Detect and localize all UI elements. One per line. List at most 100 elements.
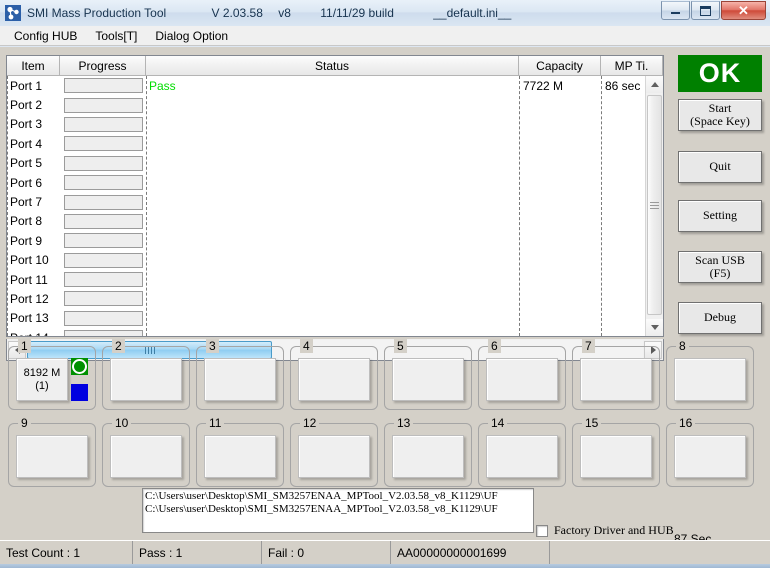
status-cell [146,134,519,153]
table-row-item[interactable]: Port 13 [7,309,60,328]
port-tile-grid: 1 8192 M (1) 2 3 4 5 6 7 8 9 10 11 12 13 14 15 16 [8,336,762,487]
port-tile-panel[interactable] [674,435,746,478]
port-tile-panel[interactable] [110,435,182,478]
column-header-progress[interactable]: Progress [60,56,146,76]
table-row-item[interactable]: Port 12 [7,289,60,308]
progress-cell [60,251,146,270]
scroll-up-button[interactable] [646,76,663,93]
column-item-cells: Port 1 Port 2 Port 3 Port 4 Port 5 Port 6 Port… [7,76,60,336]
column-header-status[interactable]: Status [146,56,519,76]
port-tile[interactable]: 7 [572,339,660,410]
port-tile[interactable]: 8 [666,339,754,410]
table-row-item[interactable]: Port 8 [7,212,60,231]
port-tile-inner [298,435,370,478]
scroll-down-button[interactable] [646,319,663,336]
progress-cell [60,76,146,95]
factory-driver-checkbox[interactable] [536,524,548,537]
table-row-item[interactable]: Port 1 [7,76,60,95]
port-tile-panel[interactable] [392,435,464,478]
port-tile[interactable]: 4 [290,339,378,410]
port-tile[interactable]: 12 [290,416,378,487]
port-tile-inner [580,358,652,401]
table-row-item[interactable]: Port 4 [7,134,60,153]
table-row-item[interactable]: Port 14 [7,328,60,336]
port-tile[interactable]: 10 [102,416,190,487]
port-tile-panel[interactable] [580,435,652,478]
table-row-item[interactable]: Port 3 [7,115,60,134]
port-tile-number: 1 [18,339,31,353]
table-row-item[interactable]: Port 7 [7,192,60,211]
maximize-button[interactable] [691,1,720,20]
port-tile-panel[interactable]: 8192 M (1) [16,358,68,401]
port-tile-number: 5 [394,339,407,353]
column-header-mptime[interactable]: MP Ti. [601,56,663,76]
port-tile-panel[interactable] [204,358,276,401]
menu-item-config-hub[interactable]: Config HUB [6,28,85,44]
column-header-item[interactable]: Item [7,56,60,76]
port-tile[interactable]: 15 [572,416,660,487]
port-tile-panel[interactable] [392,358,464,401]
status-cell [146,212,519,231]
table-row-item[interactable]: Port 9 [7,231,60,250]
minimize-button[interactable] [661,1,690,20]
port-tile[interactable]: 5 [384,339,472,410]
port-tile-number: 12 [300,416,320,430]
port-tile-panel[interactable] [110,358,182,401]
port-tile-panel[interactable] [486,435,558,478]
port-tile[interactable]: 6 [478,339,566,410]
setting-button-label: Setting [702,208,737,223]
port-tile-inner [674,358,746,401]
start-button-sublabel: (Space Key) [690,114,750,128]
vertical-scrollbar[interactable] [645,76,663,336]
port-tile-number: 14 [488,416,508,430]
activity-indicator-icon [71,384,88,401]
port-tile-number: 15 [582,416,602,430]
port-tile-panel[interactable] [204,435,276,478]
start-button[interactable]: Start (Space Key) [678,99,762,131]
table-row-item[interactable]: Port 11 [7,270,60,289]
table-row-item[interactable]: Port 10 [7,251,60,270]
port-tile-panel[interactable] [298,358,370,401]
close-button[interactable]: ✕ [721,1,766,20]
table-row-item[interactable]: Port 5 [7,154,60,173]
window-title-variant: v8 [278,6,291,20]
close-icon: ✕ [738,2,749,18]
window-title-version: V 2.03.58 [211,6,263,20]
port-tile-number: 3 [206,339,219,353]
port-tile[interactable]: 2 [102,339,190,410]
port-tile[interactable]: 16 [666,416,754,487]
quit-button[interactable]: Quit [678,151,762,183]
table-row-item[interactable]: Port 2 [7,95,60,114]
debug-button-label: Debug [704,310,736,325]
vertical-scroll-thumb[interactable] [647,95,662,315]
vertical-scroll-track[interactable] [646,93,663,319]
scan-usb-button[interactable]: Scan USB (F5) [678,251,762,283]
status-cell [146,328,519,336]
port-tile-panel[interactable] [16,435,88,478]
table-row-item[interactable]: Port 6 [7,173,60,192]
progress-bar [64,116,143,132]
progress-bar [64,291,143,307]
port-tile-panel[interactable] [674,358,746,401]
window-title-build: 11/11/29 build [320,6,394,20]
port-tile[interactable]: 14 [478,416,566,487]
menu-item-dialog-option[interactable]: Dialog Option [147,28,236,44]
port-tile-panel[interactable] [486,358,558,401]
debug-button[interactable]: Debug [678,302,762,334]
port-tile[interactable]: 13 [384,416,472,487]
port-tile[interactable]: 3 [196,339,284,410]
port-tile-number: 4 [300,339,313,353]
log-output-box[interactable]: C:\Users\user\Desktop\SMI_SM3257ENAA_MPT… [142,488,534,533]
capacity-cell [519,289,601,308]
port-tile-index: (1) [35,379,49,392]
port-tile-panel[interactable] [580,358,652,401]
column-header-capacity[interactable]: Capacity [519,56,601,76]
port-tile-panel[interactable] [298,435,370,478]
progress-cell [60,289,146,308]
setting-button[interactable]: Setting [678,200,762,232]
port-tile[interactable]: 11 [196,416,284,487]
factory-driver-checkbox-row[interactable]: Factory Driver and HUB [536,523,674,538]
menu-item-tools[interactable]: Tools[T] [87,28,145,44]
port-tile[interactable]: 9 [8,416,96,487]
port-tile[interactable]: 1 8192 M (1) [8,339,96,410]
